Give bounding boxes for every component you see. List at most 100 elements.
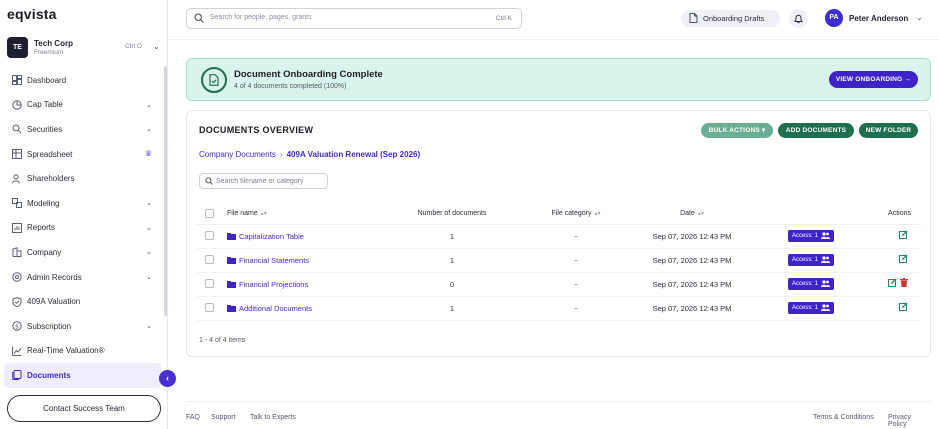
sort-icon[interactable]: ▴▾ xyxy=(595,211,601,217)
bulk-actions-button[interactable]: BULK ACTIONS ▾ xyxy=(701,123,773,138)
sidebar-item-label: Dashboard xyxy=(27,75,67,85)
edit-icon[interactable] xyxy=(899,302,908,311)
sidebar-item-label: Modeling xyxy=(27,198,60,208)
chevron-down-icon: ⌄ xyxy=(146,224,152,232)
sidebar-item-documents[interactable]: Documents xyxy=(4,363,162,388)
folder-icon xyxy=(227,233,236,240)
filename-search-placeholder: Search filename or category xyxy=(216,177,304,185)
sidebar-item-securities[interactable]: Securities ⌄ xyxy=(4,117,162,142)
sidebar-item-admin-records[interactable]: Admin Records ⌄ xyxy=(4,265,162,290)
footer-link-privacy[interactable]: Privacy Policy xyxy=(888,414,931,428)
row-actions xyxy=(899,254,908,263)
footer-link-terms[interactable]: Terms & Conditions xyxy=(813,414,874,421)
company-switcher[interactable]: TE Tech Corp Freemium Ctrl O ⌄ xyxy=(7,37,162,59)
contact-success-button[interactable]: Contact Success Team xyxy=(7,395,161,422)
edit-icon[interactable] xyxy=(899,230,908,239)
folder-name: Capitalization Table xyxy=(239,232,304,241)
row-checkbox[interactable] xyxy=(205,279,214,288)
documents-table: File name ▴▾ Number of documents File cat… xyxy=(197,204,921,321)
view-onboarding-button[interactable]: VIEW ONBOARDING → xyxy=(829,71,918,88)
footer-link-experts[interactable]: Talk to Experts xyxy=(250,414,296,421)
sidebar-item-409a-valuation[interactable]: 409A Valuation xyxy=(4,289,162,314)
sidebar-item-label: Real-Time Valuation® xyxy=(27,346,105,356)
folder-link[interactable]: Additional Documents xyxy=(227,304,312,313)
access-badge[interactable]: Access: 1 xyxy=(788,302,834,314)
chevron-down-icon[interactable]: ⌄ xyxy=(153,42,160,51)
table-row: Financial Projections 0 - Sep 07, 2026 1… xyxy=(197,273,921,297)
edit-icon[interactable] xyxy=(888,278,897,287)
row-checkbox[interactable] xyxy=(205,303,214,312)
collapse-sidebar-button[interactable]: ‹ xyxy=(159,370,176,387)
edit-icon[interactable] xyxy=(899,254,908,263)
sort-icon[interactable]: ▴▾ xyxy=(261,211,267,217)
row-checkbox[interactable] xyxy=(205,231,214,240)
sidebar-item-real-time-valuation[interactable]: Real-Time Valuation® xyxy=(4,339,162,364)
onboarding-drafts-button[interactable]: Onboarding Drafts xyxy=(681,10,780,27)
select-all-checkbox[interactable] xyxy=(205,209,214,218)
sidebar-item-label: Cap Table xyxy=(27,100,63,110)
row-checkbox[interactable] xyxy=(205,255,214,264)
user-name[interactable]: Peter Anderson xyxy=(849,14,908,23)
dashboard-icon xyxy=(11,75,22,86)
filename-search-input[interactable]: Search filename or category xyxy=(199,173,328,189)
footer-link-faq[interactable]: FAQ xyxy=(186,414,200,421)
new-folder-button[interactable]: NEW FOLDER xyxy=(859,123,918,138)
sidebar-item-label: Securities xyxy=(27,124,63,134)
row-actions xyxy=(899,302,908,311)
trash-icon[interactable] xyxy=(900,278,908,287)
chevron-down-icon: ⌄ xyxy=(146,101,152,109)
access-label: Access: 1 xyxy=(792,281,819,287)
sidebar-scrollbar[interactable] xyxy=(164,66,167,316)
notifications-button[interactable] xyxy=(789,9,808,28)
column-file-category[interactable]: File category ▴▾ xyxy=(532,210,620,217)
column-file-name[interactable]: File name ▴▾ xyxy=(227,210,267,217)
folder-link[interactable]: Financial Statements xyxy=(227,256,309,265)
modeling-icon xyxy=(11,198,22,209)
global-search-input[interactable]: Search for people, pages, grants Ctrl K xyxy=(186,8,522,29)
access-badge[interactable]: Access: 1 xyxy=(788,254,834,266)
add-documents-button[interactable]: ADD DOCUMENTS xyxy=(778,123,854,138)
column-date[interactable]: Date ▴▾ xyxy=(645,210,739,217)
subscription-icon: $ xyxy=(11,321,22,332)
sidebar-item-subscription[interactable]: $ Subscription ⌄ xyxy=(4,314,162,339)
user-avatar[interactable]: PA xyxy=(825,9,843,27)
reports-icon xyxy=(11,222,22,233)
pagination-count: 1 - 4 of 4 items xyxy=(199,337,246,344)
footer-link-support[interactable]: Support xyxy=(211,414,236,421)
folder-link[interactable]: Financial Projections xyxy=(227,280,308,289)
chevron-down-icon[interactable]: ⌄ xyxy=(916,13,923,22)
breadcrumb-root[interactable]: Company Documents xyxy=(199,150,276,159)
onboarding-drafts-label: Onboarding Drafts xyxy=(703,14,765,23)
banner-subtitle: 4 of 4 documents completed (100%) xyxy=(234,83,347,90)
sidebar-item-dashboard[interactable]: Dashboard xyxy=(4,68,162,93)
access-badge[interactable]: Access: 1 xyxy=(788,230,834,242)
sidebar-item-modeling[interactable]: Modeling ⌄ xyxy=(4,191,162,216)
sidebar-item-reports[interactable]: Reports ⌄ xyxy=(4,216,162,241)
sidebar-item-shareholders[interactable]: Shareholders xyxy=(4,166,162,191)
search-placeholder: Search for people, pages, grants xyxy=(210,14,312,21)
access-label: Access: 1 xyxy=(792,233,819,239)
table-row: Additional Documents 1 - Sep 07, 2026 12… xyxy=(197,297,921,321)
sidebar-item-label: 409A Valuation xyxy=(27,297,81,307)
row-actions xyxy=(888,278,908,287)
sort-icon[interactable]: ▴▾ xyxy=(698,211,704,217)
bell-icon xyxy=(794,14,803,23)
banner-title: Document Onboarding Complete xyxy=(234,69,383,80)
file-category: - xyxy=(574,232,578,241)
app-logo[interactable]: eqvista xyxy=(7,6,57,22)
access-label: Access: 1 xyxy=(792,305,819,311)
sidebar-item-label: Company xyxy=(27,247,62,257)
access-badge[interactable]: Access: 1 xyxy=(788,278,834,290)
document-count: 1 xyxy=(449,256,455,265)
securities-icon xyxy=(11,124,22,135)
sidebar-item-company[interactable]: Company ⌄ xyxy=(4,240,162,265)
document-count: 1 xyxy=(449,304,455,313)
sidebar-item-cap-table[interactable]: Cap Table ⌄ xyxy=(4,93,162,118)
search-icon xyxy=(205,177,213,185)
folder-icon xyxy=(227,305,236,312)
company-avatar: TE xyxy=(7,37,28,58)
table-header: File name ▴▾ Number of documents File cat… xyxy=(197,204,921,225)
column-label: File name xyxy=(227,210,258,217)
sidebar-item-spreadsheet[interactable]: Spreadsheet ♛ xyxy=(4,142,162,167)
folder-link[interactable]: Capitalization Table xyxy=(227,232,304,241)
